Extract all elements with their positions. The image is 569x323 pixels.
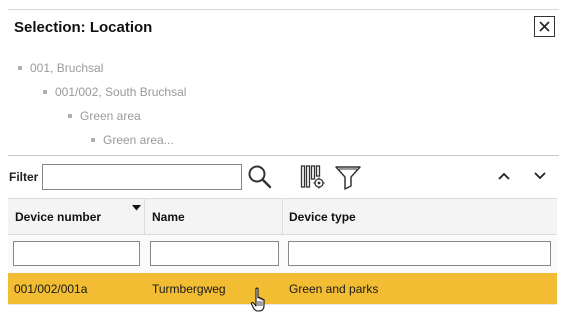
- collapse-button[interactable]: [496, 168, 512, 189]
- tree-bullet: [18, 66, 22, 70]
- table-bottom-border: [8, 304, 557, 305]
- hand-pointer-cursor-icon: [250, 287, 265, 312]
- tree-item-level-2[interactable]: Green area: [68, 109, 141, 123]
- filter-funnel-icon: [335, 166, 361, 190]
- column-header-label: Device number: [15, 209, 102, 224]
- tree-item-label: 001/002, South Bruchsal: [55, 85, 187, 99]
- cell-name: Turmbergweg: [152, 281, 226, 296]
- section-divider: [8, 155, 559, 156]
- column-header-device-number[interactable]: Device number: [15, 199, 145, 234]
- column-header-device-type[interactable]: Device type: [289, 199, 549, 234]
- column-filter-row: [8, 235, 557, 273]
- chevron-down-icon: [534, 172, 546, 180]
- column-separator[interactable]: [282, 199, 283, 234]
- sort-descending-icon: [132, 205, 141, 211]
- tree-item-label: 001, Bruchsal: [30, 61, 104, 75]
- close-icon: [539, 21, 550, 32]
- column-header-label: Name: [152, 209, 185, 224]
- chevron-up-icon: [498, 172, 510, 180]
- tree-item-level-3[interactable]: Green area...: [91, 133, 174, 147]
- tree-bullet: [68, 114, 72, 118]
- column-header-label: Device type: [289, 209, 356, 224]
- column-header-name[interactable]: Name: [152, 199, 280, 234]
- close-button[interactable]: [534, 16, 555, 37]
- search-icon: [248, 165, 272, 189]
- column-settings-button[interactable]: [300, 164, 326, 195]
- expand-button[interactable]: [532, 168, 548, 189]
- tree-item-level-1[interactable]: 001/002, South Bruchsal: [43, 85, 186, 99]
- tree-item-label: Green area: [80, 109, 141, 123]
- search-button[interactable]: [247, 164, 273, 195]
- filter-funnel-button[interactable]: [334, 164, 362, 195]
- table-row[interactable]: 001/002/001a Turmbergweg Green and parks: [8, 273, 557, 304]
- dialog-title: Selection: Location: [14, 19, 153, 36]
- tree-item-label: Green area...: [103, 133, 174, 147]
- device-type-filter-input[interactable]: [288, 241, 551, 266]
- cell-device-number: 001/002/001a: [14, 281, 88, 296]
- tree-bullet: [91, 138, 95, 142]
- name-filter-input[interactable]: [150, 241, 279, 266]
- top-divider: [8, 9, 559, 10]
- table-header: Device number Name Device type: [8, 198, 557, 235]
- filter-label: Filter: [9, 170, 39, 184]
- tree-bullet: [43, 90, 47, 94]
- device-number-filter-input[interactable]: [13, 241, 140, 266]
- column-settings-icon: [300, 165, 325, 189]
- column-separator[interactable]: [144, 199, 145, 234]
- cell-device-type: Green and parks: [289, 281, 379, 296]
- tree-item-level-0[interactable]: 001, Bruchsal: [18, 61, 103, 75]
- filter-input[interactable]: [42, 164, 242, 190]
